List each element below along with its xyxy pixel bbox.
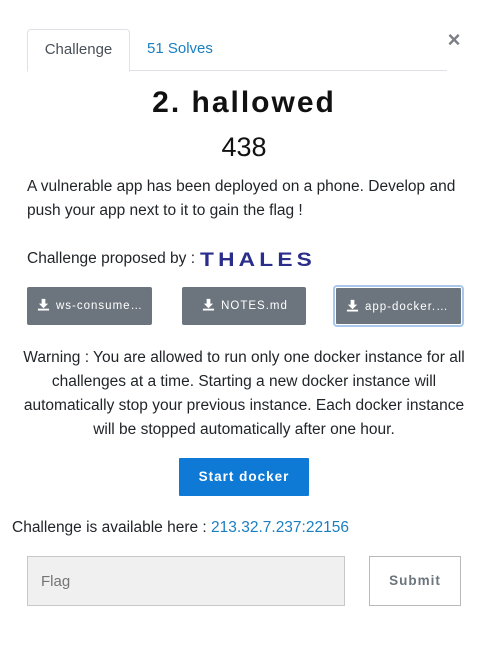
- thales-logo: THALES: [200, 250, 316, 268]
- file-download-app-docker[interactable]: app-docker.a…: [335, 287, 462, 325]
- file-label: app-docker.a…: [365, 301, 456, 313]
- challenge-modal: × Challenge 51 Solves 2. hallowed 438 A …: [0, 0, 488, 650]
- availability-line: Challenge is available here : 213.32.7.2…: [12, 517, 349, 539]
- svg-text:THALES: THALES: [200, 250, 316, 268]
- proposed-by-label: Challenge proposed by :: [27, 250, 196, 267]
- file-download-notes[interactable]: NOTES.md: [182, 287, 306, 325]
- start-docker-button[interactable]: Start docker: [179, 458, 309, 496]
- download-icon: [346, 299, 359, 312]
- tab-solves[interactable]: 51 Solves: [131, 29, 229, 71]
- tab-bar: Challenge 51 Solves: [27, 29, 447, 72]
- available-label: Challenge is available here :: [12, 519, 207, 536]
- tab-challenge[interactable]: Challenge: [27, 29, 130, 72]
- flag-input[interactable]: [27, 556, 345, 606]
- file-download-ws-consumer[interactable]: ws-consume…: [27, 287, 152, 325]
- download-icon: [37, 298, 50, 311]
- challenge-points: 438: [221, 132, 267, 162]
- instance-link[interactable]: 213.32.7.237:22156: [211, 519, 349, 536]
- download-icon: [203, 298, 215, 311]
- submit-button[interactable]: Submit: [369, 556, 461, 606]
- challenge-title: 2. hallowed: [152, 86, 336, 119]
- file-label: ws-consume…: [56, 300, 144, 312]
- challenge-description: A vulnerable app has been deployed on a …: [27, 178, 456, 219]
- file-label: NOTES.md: [221, 300, 288, 312]
- docker-warning: Warning : You are allowed to run only on…: [23, 349, 465, 438]
- close-button[interactable]: ×: [444, 28, 464, 52]
